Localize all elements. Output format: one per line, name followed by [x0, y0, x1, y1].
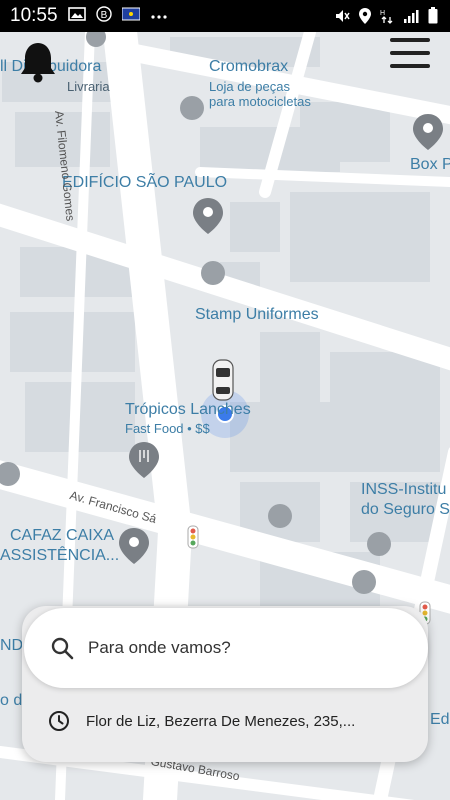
- search-icon: [50, 636, 74, 660]
- hamburger-menu-icon[interactable]: [390, 38, 430, 72]
- signal-icon: [403, 8, 419, 29]
- poi-tropicos-type: Fast Food • $$: [125, 421, 210, 436]
- clock-icon: [48, 710, 70, 732]
- svg-text:B: B: [100, 10, 107, 21]
- b-badge-icon: B: [95, 5, 112, 27]
- svg-text:H: H: [380, 10, 385, 17]
- car-icon: [212, 359, 234, 401]
- poi-cafaz-line1[interactable]: CAFAZ CAIXA: [10, 527, 114, 545]
- recent-destination-label: Flor de Liz, Bezerra De Menezes, 235,...: [86, 712, 356, 730]
- flag-icon: [121, 7, 141, 26]
- search-placeholder: Para onde vamos?: [88, 638, 231, 657]
- status-time: 10:55: [10, 5, 58, 26]
- poi-cafaz-line2[interactable]: ASSISTÊNCIA...: [0, 547, 119, 565]
- more-dots-icon: [150, 7, 168, 25]
- location-icon: [359, 7, 371, 29]
- poi-tropicos[interactable]: Trópicos Lanches: [125, 401, 251, 419]
- poi-box[interactable]: Box P: [410, 156, 450, 174]
- poi-inss-line1[interactable]: INSS-Institu: [361, 481, 446, 499]
- image-icon: [67, 6, 86, 26]
- bell-icon[interactable]: [18, 40, 58, 84]
- data-icon: H: [380, 8, 394, 29]
- status-icons: H: [334, 7, 438, 29]
- poi-cromobrax-type2: para motocicletas: [209, 94, 311, 109]
- status-bar: 10:55 B H: [0, 0, 450, 32]
- poi-edge-ed: Ed: [430, 711, 450, 728]
- poi-cromobrax[interactable]: Cromobrax: [209, 58, 288, 76]
- recent-destination[interactable]: Flor de Liz, Bezerra De Menezes, 235,...: [48, 710, 355, 732]
- poi-inss-line2[interactable]: do Seguro S: [361, 501, 450, 519]
- destination-search[interactable]: Para onde vamos?: [24, 608, 428, 688]
- poi-stamp[interactable]: Stamp Uniformes: [195, 306, 319, 324]
- poi-livraria: Livraria: [67, 79, 110, 94]
- mute-icon: [334, 8, 350, 29]
- poi-edificio[interactable]: EDIFÍCIO SÃO PAULO: [62, 174, 227, 192]
- battery-icon: [428, 7, 438, 29]
- poi-cromobrax-type: Loja de peças: [209, 79, 290, 94]
